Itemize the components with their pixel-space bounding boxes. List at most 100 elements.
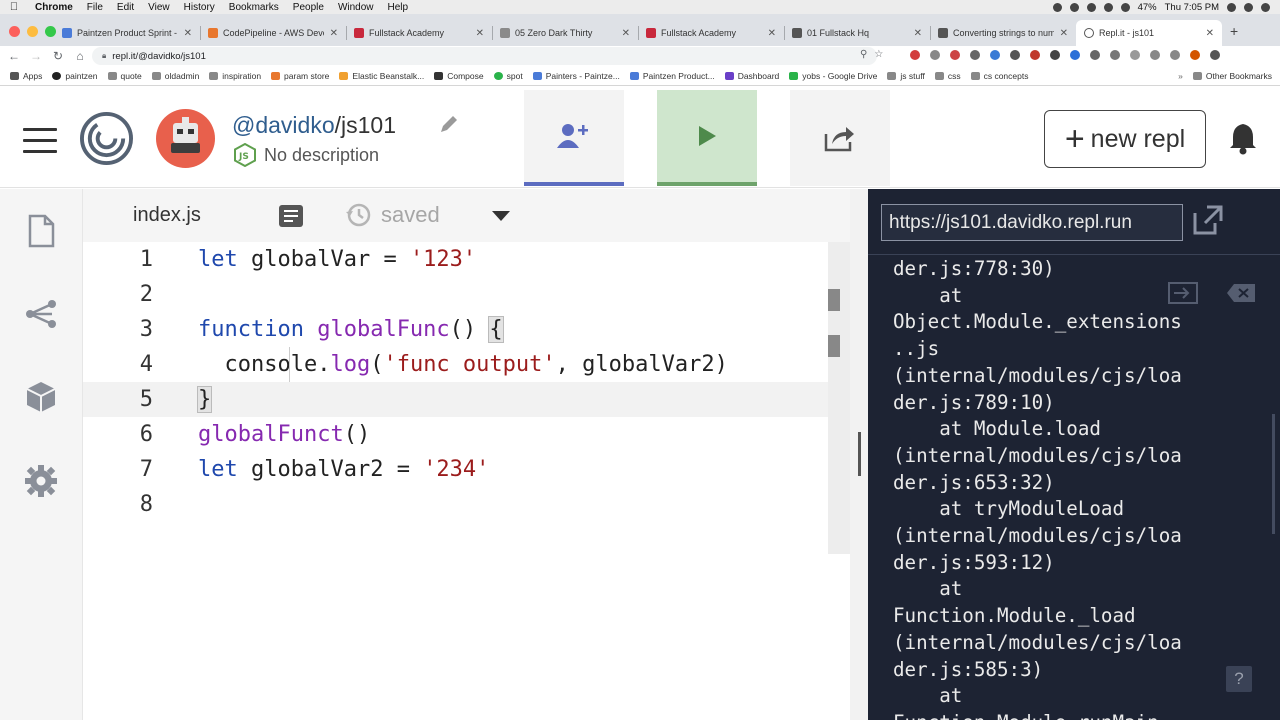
menu-help[interactable]: Help	[381, 2, 416, 13]
browser-tab[interactable]: 05 Zero Dark Thirty ✕	[492, 20, 638, 46]
share-button[interactable]	[790, 90, 890, 186]
run-button[interactable]	[657, 90, 757, 186]
back-icon[interactable]: ←	[3, 49, 25, 63]
bookmark-item[interactable]: Paintzen Product...	[629, 71, 715, 81]
volume-icon[interactable]	[1120, 2, 1130, 12]
extension-icon[interactable]	[1110, 50, 1120, 60]
extension-icon[interactable]	[1030, 50, 1040, 60]
browser-tab[interactable]: CodePipeline - AWS Develo ✕	[200, 20, 346, 46]
file-tab-index-js[interactable]: index.js	[133, 204, 201, 227]
other-bookmarks[interactable]: » Other Bookmarks	[1178, 71, 1272, 81]
extension-icon[interactable]	[990, 50, 1000, 60]
clock[interactable]: Thu 7:05 PM	[1165, 2, 1219, 13]
bookmark-item[interactable]: inspiration	[209, 71, 261, 81]
extension-icon[interactable]	[910, 50, 920, 60]
bookmark-item[interactable]: Dashboard	[724, 71, 779, 81]
chrome-menu-icon[interactable]	[1210, 50, 1220, 60]
close-tab-icon[interactable]: ✕	[1060, 28, 1068, 39]
code-line[interactable]: 2	[83, 277, 828, 312]
bluetooth-icon[interactable]	[1086, 2, 1096, 12]
code-line[interactable]: 1 let globalVar = '123'	[83, 242, 828, 277]
save-status[interactable]: saved	[345, 202, 440, 228]
browser-tab[interactable]: Fullstack Academy ✕	[638, 20, 784, 46]
bookmark-item[interactable]: quote	[107, 71, 142, 81]
console-output[interactable]: der.js:778:30) at Object.Module._extensi…	[893, 256, 1265, 720]
new-tab-icon[interactable]: +	[1230, 23, 1238, 39]
bookmark-item[interactable]: cs concepts	[970, 71, 1028, 81]
menu-window[interactable]: Window	[331, 2, 381, 13]
extension-icon[interactable]	[1050, 50, 1060, 60]
chevron-down-icon[interactable]	[492, 211, 510, 221]
avatar[interactable]	[156, 109, 215, 168]
menu-bookmarks[interactable]: Bookmarks	[222, 2, 286, 13]
bookmark-item[interactable]: paintzen	[52, 71, 98, 81]
close-tab-icon[interactable]: ✕	[330, 28, 338, 39]
console-scrollbar[interactable]	[1272, 414, 1275, 534]
menu-app-name[interactable]: Chrome	[28, 2, 80, 13]
code-line[interactable]: 6 globalFunct()	[83, 417, 828, 452]
pane-resize-handle[interactable]	[850, 189, 868, 720]
browser-tab[interactable]: Paintzen Product Sprint - A ✕	[54, 20, 200, 46]
hamburger-menu-icon[interactable]	[23, 128, 57, 161]
menu-history[interactable]: History	[177, 2, 222, 13]
menu-people[interactable]: People	[286, 2, 331, 13]
close-tab-icon[interactable]: ✕	[622, 28, 630, 39]
clear-console-icon[interactable]	[1226, 282, 1256, 304]
code-area[interactable]: 1 let globalVar = '123' 2 3 function glo…	[83, 242, 828, 720]
open-in-new-tab-icon[interactable]	[1191, 203, 1225, 237]
extension-icon[interactable]	[1090, 50, 1100, 60]
extension-icon[interactable]	[930, 50, 940, 60]
code-line-active[interactable]: 5 }	[83, 382, 828, 417]
menu-file[interactable]: File	[80, 2, 110, 13]
code-line[interactable]: 7 let globalVar2 = '234'	[83, 452, 828, 487]
bookmark-item[interactable]: Elastic Beanstalk...	[339, 71, 424, 81]
code-line[interactable]: 8	[83, 487, 828, 522]
zoom-icon[interactable]: ⚲	[860, 49, 867, 60]
battery-percent[interactable]: 47%	[1138, 2, 1157, 13]
close-window-icon[interactable]	[9, 26, 20, 37]
close-tab-icon[interactable]: ✕	[1206, 28, 1214, 39]
notification-center-icon[interactable]	[1261, 2, 1270, 12]
close-tab-icon[interactable]: ✕	[914, 28, 922, 39]
extension-icon[interactable]	[1070, 50, 1080, 60]
menu-view[interactable]: View	[141, 2, 177, 13]
repl-run-url-field[interactable]: https://js101.davidko.repl.run	[881, 204, 1183, 241]
invite-button[interactable]	[524, 90, 624, 186]
extension-icon[interactable]	[1170, 50, 1180, 60]
notifications-bell-icon[interactable]	[1228, 121, 1258, 155]
menu-edit[interactable]: Edit	[110, 2, 141, 13]
version-control-icon[interactable]	[24, 297, 58, 331]
close-tab-icon[interactable]: ✕	[476, 28, 484, 39]
forward-icon[interactable]: →	[25, 49, 47, 63]
record-icon[interactable]	[1052, 2, 1062, 12]
editor-scrollbar[interactable]	[828, 242, 850, 554]
bookmark-item[interactable]: Apps	[10, 71, 42, 81]
bookmark-item[interactable]: yobs - Google Drive	[789, 71, 877, 81]
user-icon[interactable]	[1244, 2, 1253, 12]
bookmark-item[interactable]: css	[934, 71, 961, 81]
dropbox-icon[interactable]	[1069, 2, 1079, 12]
bookmark-item[interactable]: oldadmin	[151, 71, 199, 81]
packages-icon[interactable]	[24, 380, 58, 414]
exit-console-icon[interactable]	[1168, 282, 1198, 304]
code-line[interactable]: 3 function globalFunc() {	[83, 312, 828, 347]
close-tab-icon[interactable]: ✕	[184, 28, 192, 39]
browser-tab[interactable]: Converting strings to numb ✕	[930, 20, 1076, 46]
files-icon[interactable]	[24, 214, 58, 248]
help-button[interactable]: ?	[1226, 666, 1252, 692]
replit-logo-icon[interactable]	[80, 112, 133, 165]
format-code-icon[interactable]	[279, 205, 303, 227]
code-line[interactable]: 4 console.log('func output', globalVar2)	[83, 347, 828, 382]
apple-icon[interactable]: 	[0, 1, 28, 13]
profile-avatar-icon[interactable]	[1190, 50, 1200, 60]
browser-tab-active[interactable]: Repl.it - js101 ✕	[1076, 20, 1222, 46]
extension-icon[interactable]	[1150, 50, 1160, 60]
bookmark-item[interactable]: Compose	[434, 71, 484, 81]
repl-owner-link[interactable]: @davidko	[232, 112, 335, 138]
wifi-icon[interactable]	[1103, 2, 1113, 12]
bookmark-star-icon[interactable]: ☆	[874, 49, 883, 60]
minimize-window-icon[interactable]	[27, 26, 38, 37]
browser-tab[interactable]: 01 Fullstack Hq ✕	[784, 20, 930, 46]
address-bar[interactable]: 🔒︎ repl.it/@davidko/js101	[92, 47, 877, 65]
bookmark-item[interactable]: spot	[493, 71, 523, 81]
